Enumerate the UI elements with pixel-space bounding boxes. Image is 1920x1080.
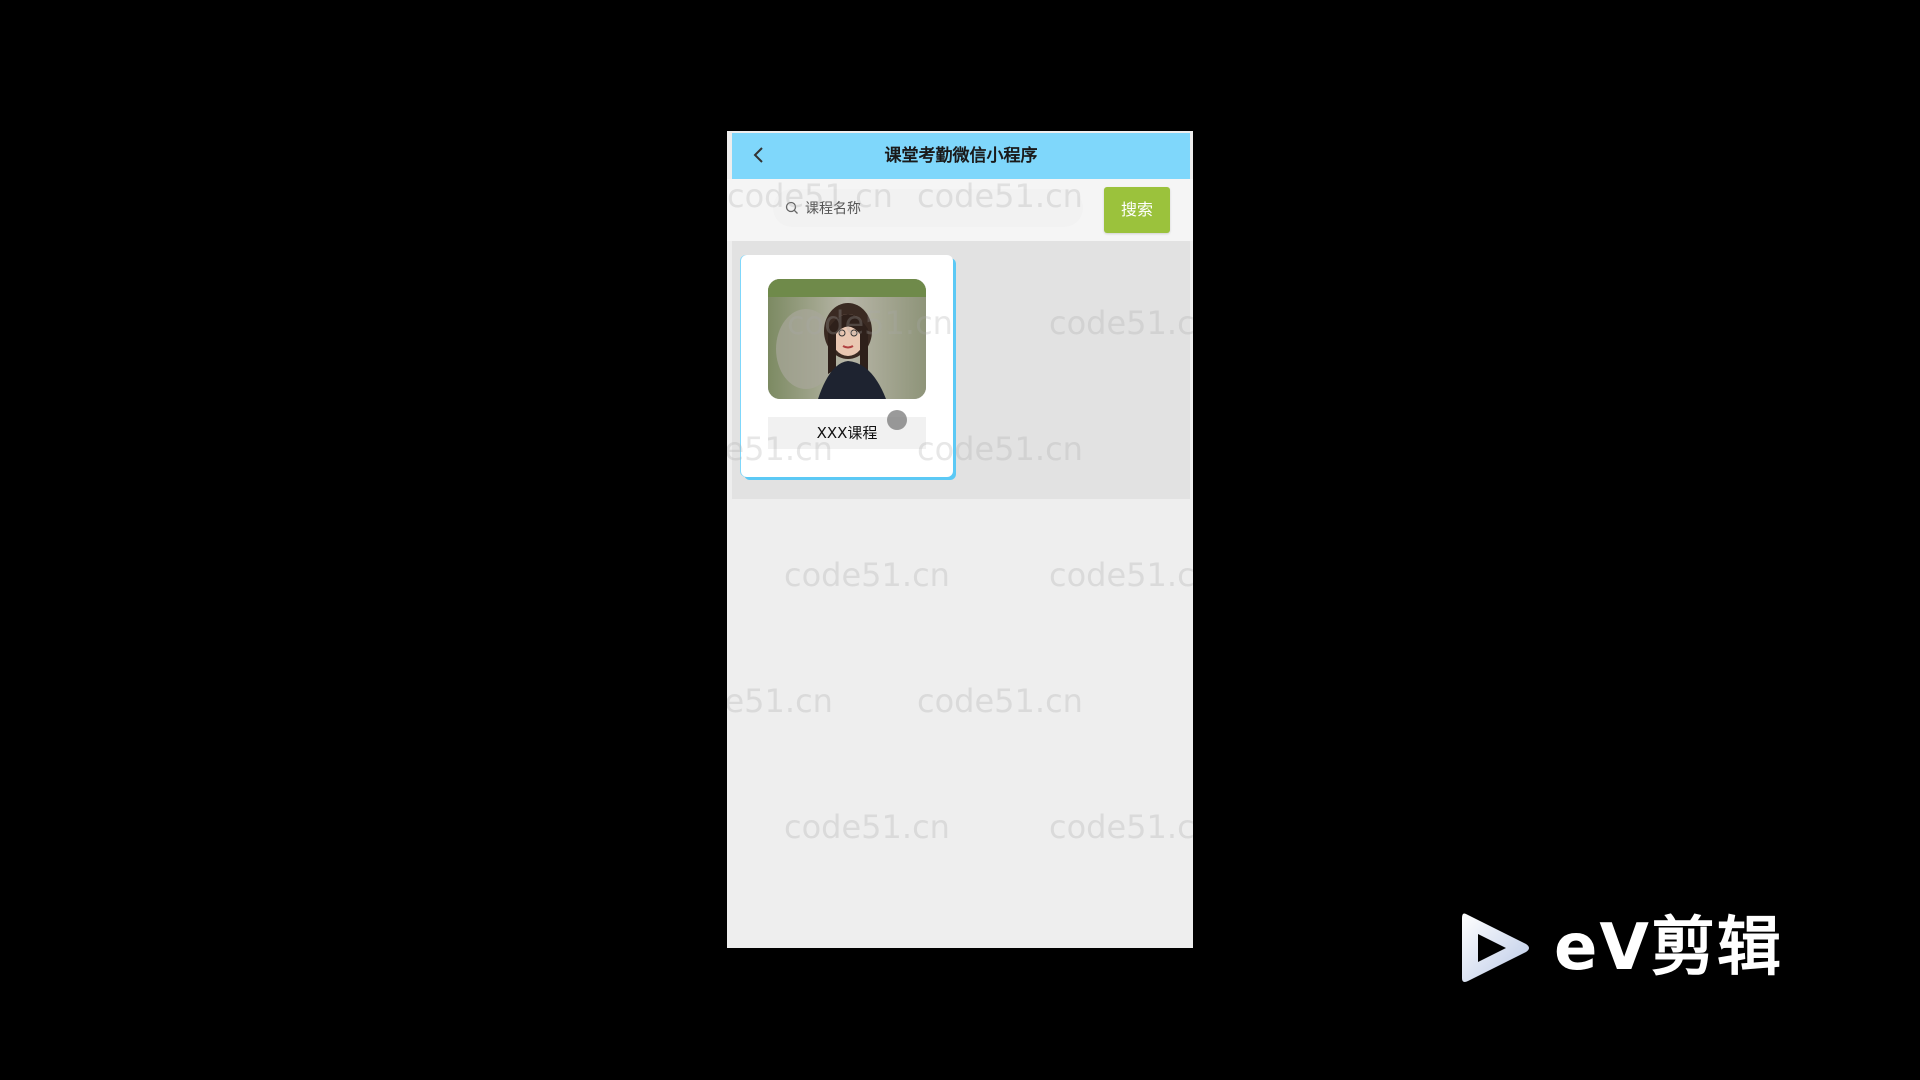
watermark: code51.cn xyxy=(784,808,950,846)
watermark: code51.cn xyxy=(1049,556,1193,594)
search-placeholder: 课程名称 xyxy=(805,201,861,217)
logo-text: eV剪辑 xyxy=(1554,911,1783,985)
phone-screen: 课堂考勤微信小程序 › 课程名称 搜索 xyxy=(727,131,1193,948)
play-logo-icon xyxy=(1462,913,1529,982)
back-arrow-icon[interactable] xyxy=(748,144,772,168)
watermark: code51.cn xyxy=(784,556,950,594)
portrait-photo xyxy=(768,279,926,399)
ev-editor-logo: eV剪辑 xyxy=(1452,906,1814,990)
search-icon xyxy=(785,201,798,214)
watermark: code51.cn xyxy=(917,682,1083,720)
course-image xyxy=(768,279,926,399)
navbar: 课堂考勤微信小程序 xyxy=(732,133,1190,179)
course-card[interactable]: XXX课程 xyxy=(741,255,953,477)
search-button[interactable]: 搜索 xyxy=(1104,187,1170,233)
watermark: code51.cn xyxy=(1049,808,1193,846)
mouse-cursor-dot xyxy=(887,410,907,430)
page-title: 课堂考勤微信小程序 xyxy=(884,146,1038,166)
video-frame: 课堂考勤微信小程序 › 课程名称 搜索 xyxy=(0,0,1920,1080)
watermark: code51.cn xyxy=(727,682,833,720)
search-input[interactable]: 课程名称 xyxy=(773,189,1083,227)
